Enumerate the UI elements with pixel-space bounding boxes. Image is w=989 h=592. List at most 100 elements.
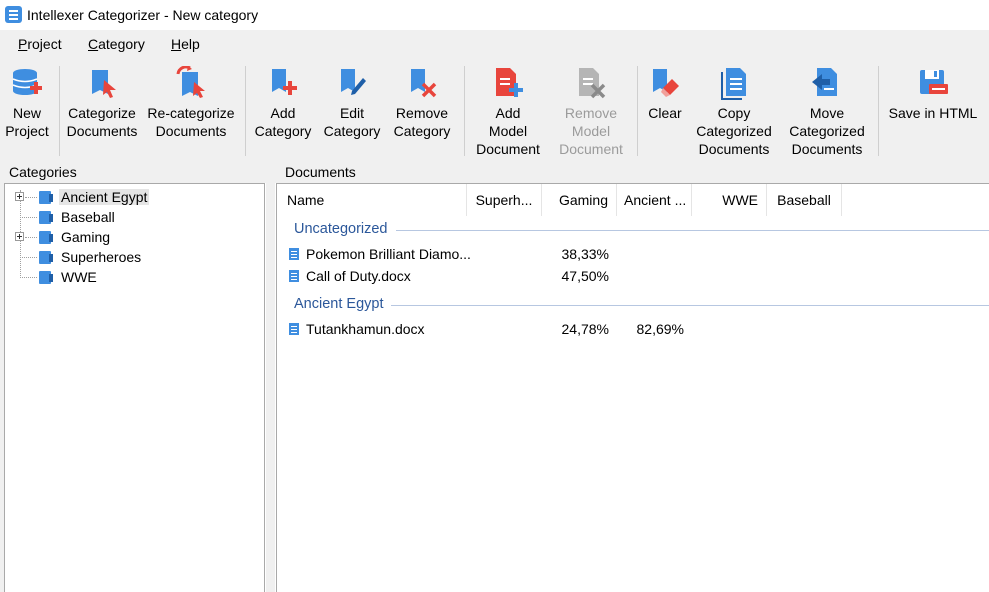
tree-item-baseball[interactable]: Baseball [5, 207, 264, 227]
panel-splitter[interactable] [266, 170, 275, 592]
database-add-icon [12, 69, 42, 95]
document-row[interactable]: Call of Duty.docx 47,50% [277, 266, 989, 288]
tree-item-label: Baseball [61, 209, 115, 225]
menu-help[interactable]: Help [171, 36, 200, 52]
add-category-icon [272, 69, 297, 95]
remove-category-icon [411, 69, 437, 98]
document-icon [289, 323, 299, 335]
document-name: Pokemon Brilliant Diamo... [306, 246, 471, 262]
tree-connector [20, 277, 37, 278]
copy-categorized-documents-button[interactable]: Copy Categorized Documents [692, 58, 776, 162]
documents-header: Documents [285, 164, 356, 180]
move-documents-icon [812, 68, 837, 96]
app-icon [5, 6, 22, 23]
document-icon [289, 270, 299, 282]
save-icon [920, 70, 948, 94]
remove-category-button[interactable]: Remove Category [390, 58, 454, 162]
save-in-html-label: Save in HTML [888, 105, 978, 121]
gaming-score: 24,78% [561, 321, 609, 337]
tree-item-ancient-egypt[interactable]: Ancient Egypt [5, 187, 264, 207]
title-bar: Intellexer Categorizer - New category [0, 0, 989, 30]
remove-model-document-label: Remove Model Document [559, 105, 623, 157]
tree-connector [25, 197, 37, 198]
documents-list[interactable]: Name Superh... Gaming Ancient ... WWE Ba… [276, 183, 989, 592]
add-document-icon [496, 68, 523, 97]
tree-connector [20, 217, 37, 218]
new-project-label: New Project [5, 105, 49, 139]
group-divider [396, 230, 989, 231]
tree-item-gaming[interactable]: Gaming [5, 227, 264, 247]
document-row[interactable]: Tutankhamun.docx 24,78% 82,69% [277, 319, 989, 341]
tree-item-label: WWE [61, 269, 97, 285]
categories-header: Categories [9, 164, 77, 180]
toolbar-separator [245, 66, 246, 156]
toolbar-separator [878, 66, 879, 156]
add-category-button[interactable]: Add Category [251, 58, 315, 162]
group-divider [391, 305, 989, 306]
tree-item-superheroes[interactable]: Superheroes [5, 247, 264, 267]
document-name: Call of Duty.docx [306, 268, 411, 284]
tree-item-label: Superheroes [61, 249, 142, 265]
group-header-uncategorized[interactable]: Uncategorized [294, 221, 388, 237]
column-header-wwe[interactable]: WWE [692, 184, 767, 216]
categorize-documents-label: Categorize Documents [66, 105, 138, 139]
remove-model-document-button[interactable]: Remove Model Document [552, 58, 630, 162]
recategorize-documents-label: Re-categorize Documents [147, 105, 235, 139]
recategorize-documents-button[interactable]: Re-categorize Documents [145, 58, 237, 162]
category-icon [39, 271, 53, 284]
expand-icon[interactable] [15, 232, 24, 241]
ancient-egypt-score: 82,69% [636, 321, 684, 337]
categories-tree[interactable]: Ancient Egypt Baseball Gaming Superheroe… [4, 183, 265, 592]
add-category-label: Add Category [254, 105, 312, 139]
menu-category[interactable]: Category [88, 36, 145, 52]
categorize-documents-button[interactable]: Categorize Documents [64, 58, 140, 162]
clear-label: Clear [648, 105, 682, 121]
tree-connector [20, 257, 37, 258]
new-project-button[interactable]: New Project [2, 58, 52, 162]
remove-document-icon [579, 68, 606, 99]
categorize-icon [92, 70, 116, 98]
recategorize-icon [176, 66, 205, 98]
document-name: Tutankhamun.docx [306, 321, 425, 337]
window-title: Intellexer Categorizer - New category [27, 7, 259, 23]
tree-item-wwe[interactable]: WWE [5, 267, 264, 287]
column-header-superheroes[interactable]: Superh... [467, 184, 542, 216]
tree-item-label: Gaming [61, 229, 111, 245]
add-model-document-button[interactable]: Add Model Document [470, 58, 546, 162]
panel-header-strip [0, 164, 989, 183]
document-icon [289, 248, 299, 260]
category-icon [39, 211, 53, 224]
move-categorized-documents-label: Move Categorized Documents [789, 105, 865, 157]
edit-category-button[interactable]: Edit Category [320, 58, 384, 162]
gaming-score: 47,50% [561, 268, 609, 284]
clear-button[interactable]: Clear [642, 58, 688, 162]
tree-item-label: Ancient Egypt [59, 189, 150, 205]
column-header-baseball[interactable]: Baseball [767, 184, 842, 216]
gaming-score: 38,33% [561, 246, 609, 262]
category-icon [39, 191, 53, 204]
column-header-ancient-egypt[interactable]: Ancient ... [617, 184, 692, 216]
toolbar-separator [464, 66, 465, 156]
copy-documents-icon [721, 68, 746, 100]
category-icon [39, 251, 53, 264]
remove-category-label: Remove Category [393, 105, 451, 139]
expand-icon[interactable] [15, 192, 24, 201]
menu-project[interactable]: Project [18, 36, 62, 52]
group-header-ancient-egypt[interactable]: Ancient Egypt [294, 296, 383, 312]
move-categorized-documents-button[interactable]: Move Categorized Documents [784, 58, 870, 162]
tree-connector [25, 237, 37, 238]
add-model-document-label: Add Model Document [476, 105, 540, 157]
column-header-name[interactable]: Name [277, 184, 467, 216]
document-row[interactable]: Pokemon Brilliant Diamo... 38,33% [277, 244, 989, 266]
copy-categorized-documents-label: Copy Categorized Documents [696, 105, 772, 157]
save-in-html-button[interactable]: Save in HTML [884, 58, 982, 162]
category-icon [39, 231, 53, 244]
edit-category-label: Edit Category [323, 105, 381, 139]
column-header-gaming[interactable]: Gaming [542, 184, 617, 216]
eraser-icon [653, 69, 679, 97]
menu-bar: Project Category Help [0, 30, 989, 58]
toolbar: New Project Categorize Documents Re-cate… [0, 58, 989, 165]
toolbar-separator [59, 66, 60, 156]
edit-category-icon [341, 69, 366, 95]
toolbar-separator [637, 66, 638, 156]
